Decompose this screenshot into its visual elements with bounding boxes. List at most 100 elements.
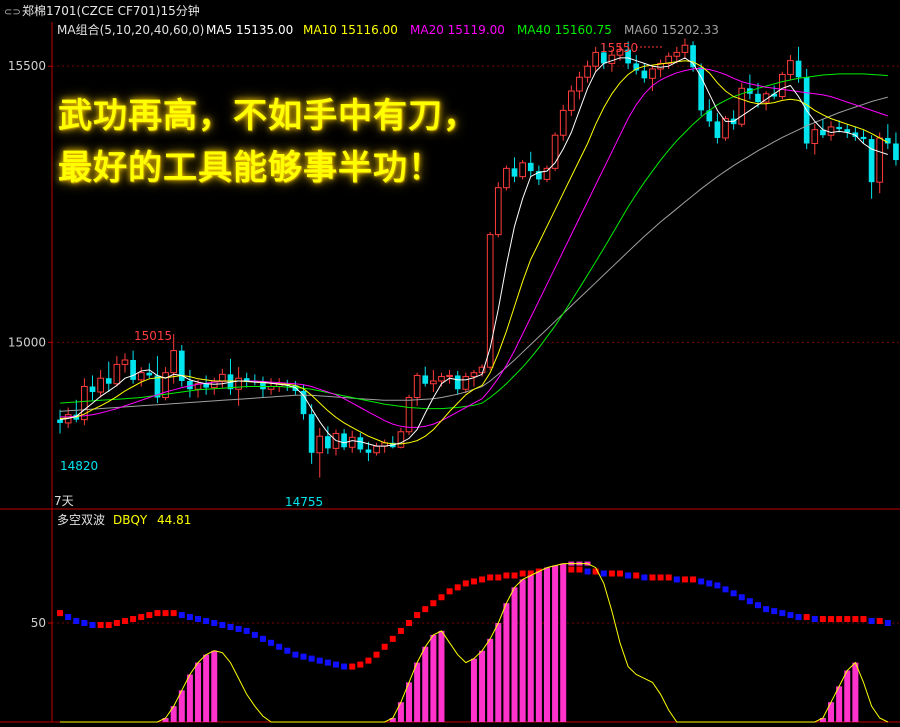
dbqy-slow-marker <box>495 574 502 581</box>
candle-body <box>836 126 842 130</box>
candle-body <box>755 93 761 103</box>
ma40-legend: MA40 15160.75 <box>517 23 612 37</box>
dbqy-slow-marker <box>681 576 688 583</box>
candle-body <box>130 359 136 380</box>
dbqy-fast-bar <box>487 638 494 722</box>
dbqy-slow-marker <box>219 621 226 628</box>
dbqy-slow-marker <box>608 570 615 577</box>
dbqy-slow-marker <box>308 655 315 662</box>
dbqy-slow-marker <box>154 610 161 617</box>
annotation-high-15015: 15015 <box>134 329 172 343</box>
window-link-icon[interactable]: ⊂⊃ <box>4 2 21 24</box>
caption-line-2: 最好的工具能够事半功！ <box>58 148 443 188</box>
window-title: 郑棉1701(CZCE CF701)15分钟 <box>22 4 200 18</box>
dbqy-slow-marker <box>714 582 721 589</box>
dbqy-slow-marker <box>332 661 339 668</box>
dbqy-slow-marker <box>211 620 218 626</box>
candle-body <box>105 378 112 384</box>
candle-body <box>608 54 616 64</box>
dbqy-slow-marker <box>584 568 591 575</box>
candle-body <box>787 60 794 75</box>
dbqy-slow-marker <box>121 618 128 625</box>
dbqy-slow-marker <box>243 627 250 634</box>
dbqy-slow-marker <box>203 618 210 625</box>
dbqy-slow-marker <box>811 616 818 623</box>
dbqy-slow-marker <box>625 572 632 579</box>
ma5-legend: MA5 15135.00 <box>206 23 293 37</box>
dbqy-fast-bar <box>844 670 851 722</box>
dbqy-slow-marker <box>138 614 145 621</box>
dbqy-fast-bar <box>852 662 859 722</box>
candle-body <box>365 449 372 453</box>
dbqy-slow-marker <box>422 606 429 613</box>
candle-body <box>868 139 875 183</box>
dbqy-slow-marker <box>754 602 761 609</box>
ind-y-tick-label: 50 <box>31 616 46 630</box>
candle-body <box>97 377 104 393</box>
dbqy-slow-marker <box>795 614 802 621</box>
dbqy-slow-marker <box>430 600 437 607</box>
candle-body <box>527 162 534 172</box>
dbqy-slow-marker <box>146 612 153 619</box>
dbqy-fast-bar <box>519 579 526 722</box>
dbqy-slow-marker <box>600 570 607 577</box>
dbqy-fast-bar <box>397 702 404 722</box>
dbqy-slow-marker <box>860 616 867 623</box>
dbqy-slow-marker <box>195 616 202 623</box>
candle-body <box>438 376 445 382</box>
dbqy-fast-bar <box>511 587 518 722</box>
dbqy-slow-marker <box>730 590 737 597</box>
dbqy-slow-marker <box>268 639 275 646</box>
candle-body <box>673 51 681 57</box>
dbqy-fast-bar <box>836 686 843 722</box>
candle-body <box>714 121 721 138</box>
dbqy-slow-marker <box>65 614 72 621</box>
dbqy-slow-marker <box>576 566 583 573</box>
dbqy-slow-marker <box>763 606 770 613</box>
dbqy-slow-marker <box>868 618 875 625</box>
dbqy-slow-marker <box>324 659 331 666</box>
dbqy-fast-bar <box>552 565 559 722</box>
dbqy-slow-marker <box>649 574 656 581</box>
dbqy-slow-marker <box>519 570 526 577</box>
candle-body <box>641 70 648 79</box>
indicator-label: 多空双波 <box>57 513 105 527</box>
dbqy-slow-marker <box>414 612 421 619</box>
candle-body <box>57 419 63 423</box>
candle-body <box>795 60 802 78</box>
candle-body <box>893 143 899 161</box>
ma-legend-group: MA组合(5,10,20,40,60,0) <box>57 22 204 37</box>
dbqy-fast-bar <box>422 646 429 722</box>
dbqy-slow-marker <box>722 586 729 593</box>
dbqy-fast-bar <box>195 662 202 722</box>
dbqy-slow-marker <box>276 643 283 650</box>
dbqy-slow-marker <box>284 647 291 654</box>
dbqy-slow-marker <box>316 657 323 664</box>
dbqy-slow-marker <box>673 576 680 583</box>
dbqy-slow-marker <box>665 574 672 581</box>
dbqy-slow-marker <box>73 618 80 625</box>
dbqy-slow-marker <box>349 663 356 670</box>
dbqy-slow-marker <box>235 625 242 632</box>
candle-body <box>300 390 307 415</box>
dbqy-slow-marker <box>641 574 648 581</box>
dbqy-slow-marker <box>389 635 396 642</box>
dbqy-slow-marker <box>503 572 510 579</box>
indicator-value: 44.81 <box>157 513 191 527</box>
dbqy-slow-marker <box>787 612 794 619</box>
dbqy-slow-marker <box>341 663 348 670</box>
candle-body <box>860 136 867 140</box>
dbqy-slow-marker <box>162 610 169 617</box>
dbqy-slow-marker <box>292 651 299 658</box>
dbqy-slow-marker <box>454 584 461 591</box>
dbqy-fast-bar <box>430 634 437 722</box>
candle-body <box>422 375 429 384</box>
candle-body <box>89 386 96 393</box>
dbqy-fast-bar <box>470 658 477 722</box>
dbqy-slow-marker <box>706 580 713 587</box>
annotation-low-14755: 14755 <box>285 495 323 509</box>
dbqy-slow-marker <box>803 614 810 621</box>
dbqy-fast-bar <box>211 650 218 722</box>
candle-body <box>681 44 689 53</box>
dbqy-fast-bar <box>438 630 445 722</box>
